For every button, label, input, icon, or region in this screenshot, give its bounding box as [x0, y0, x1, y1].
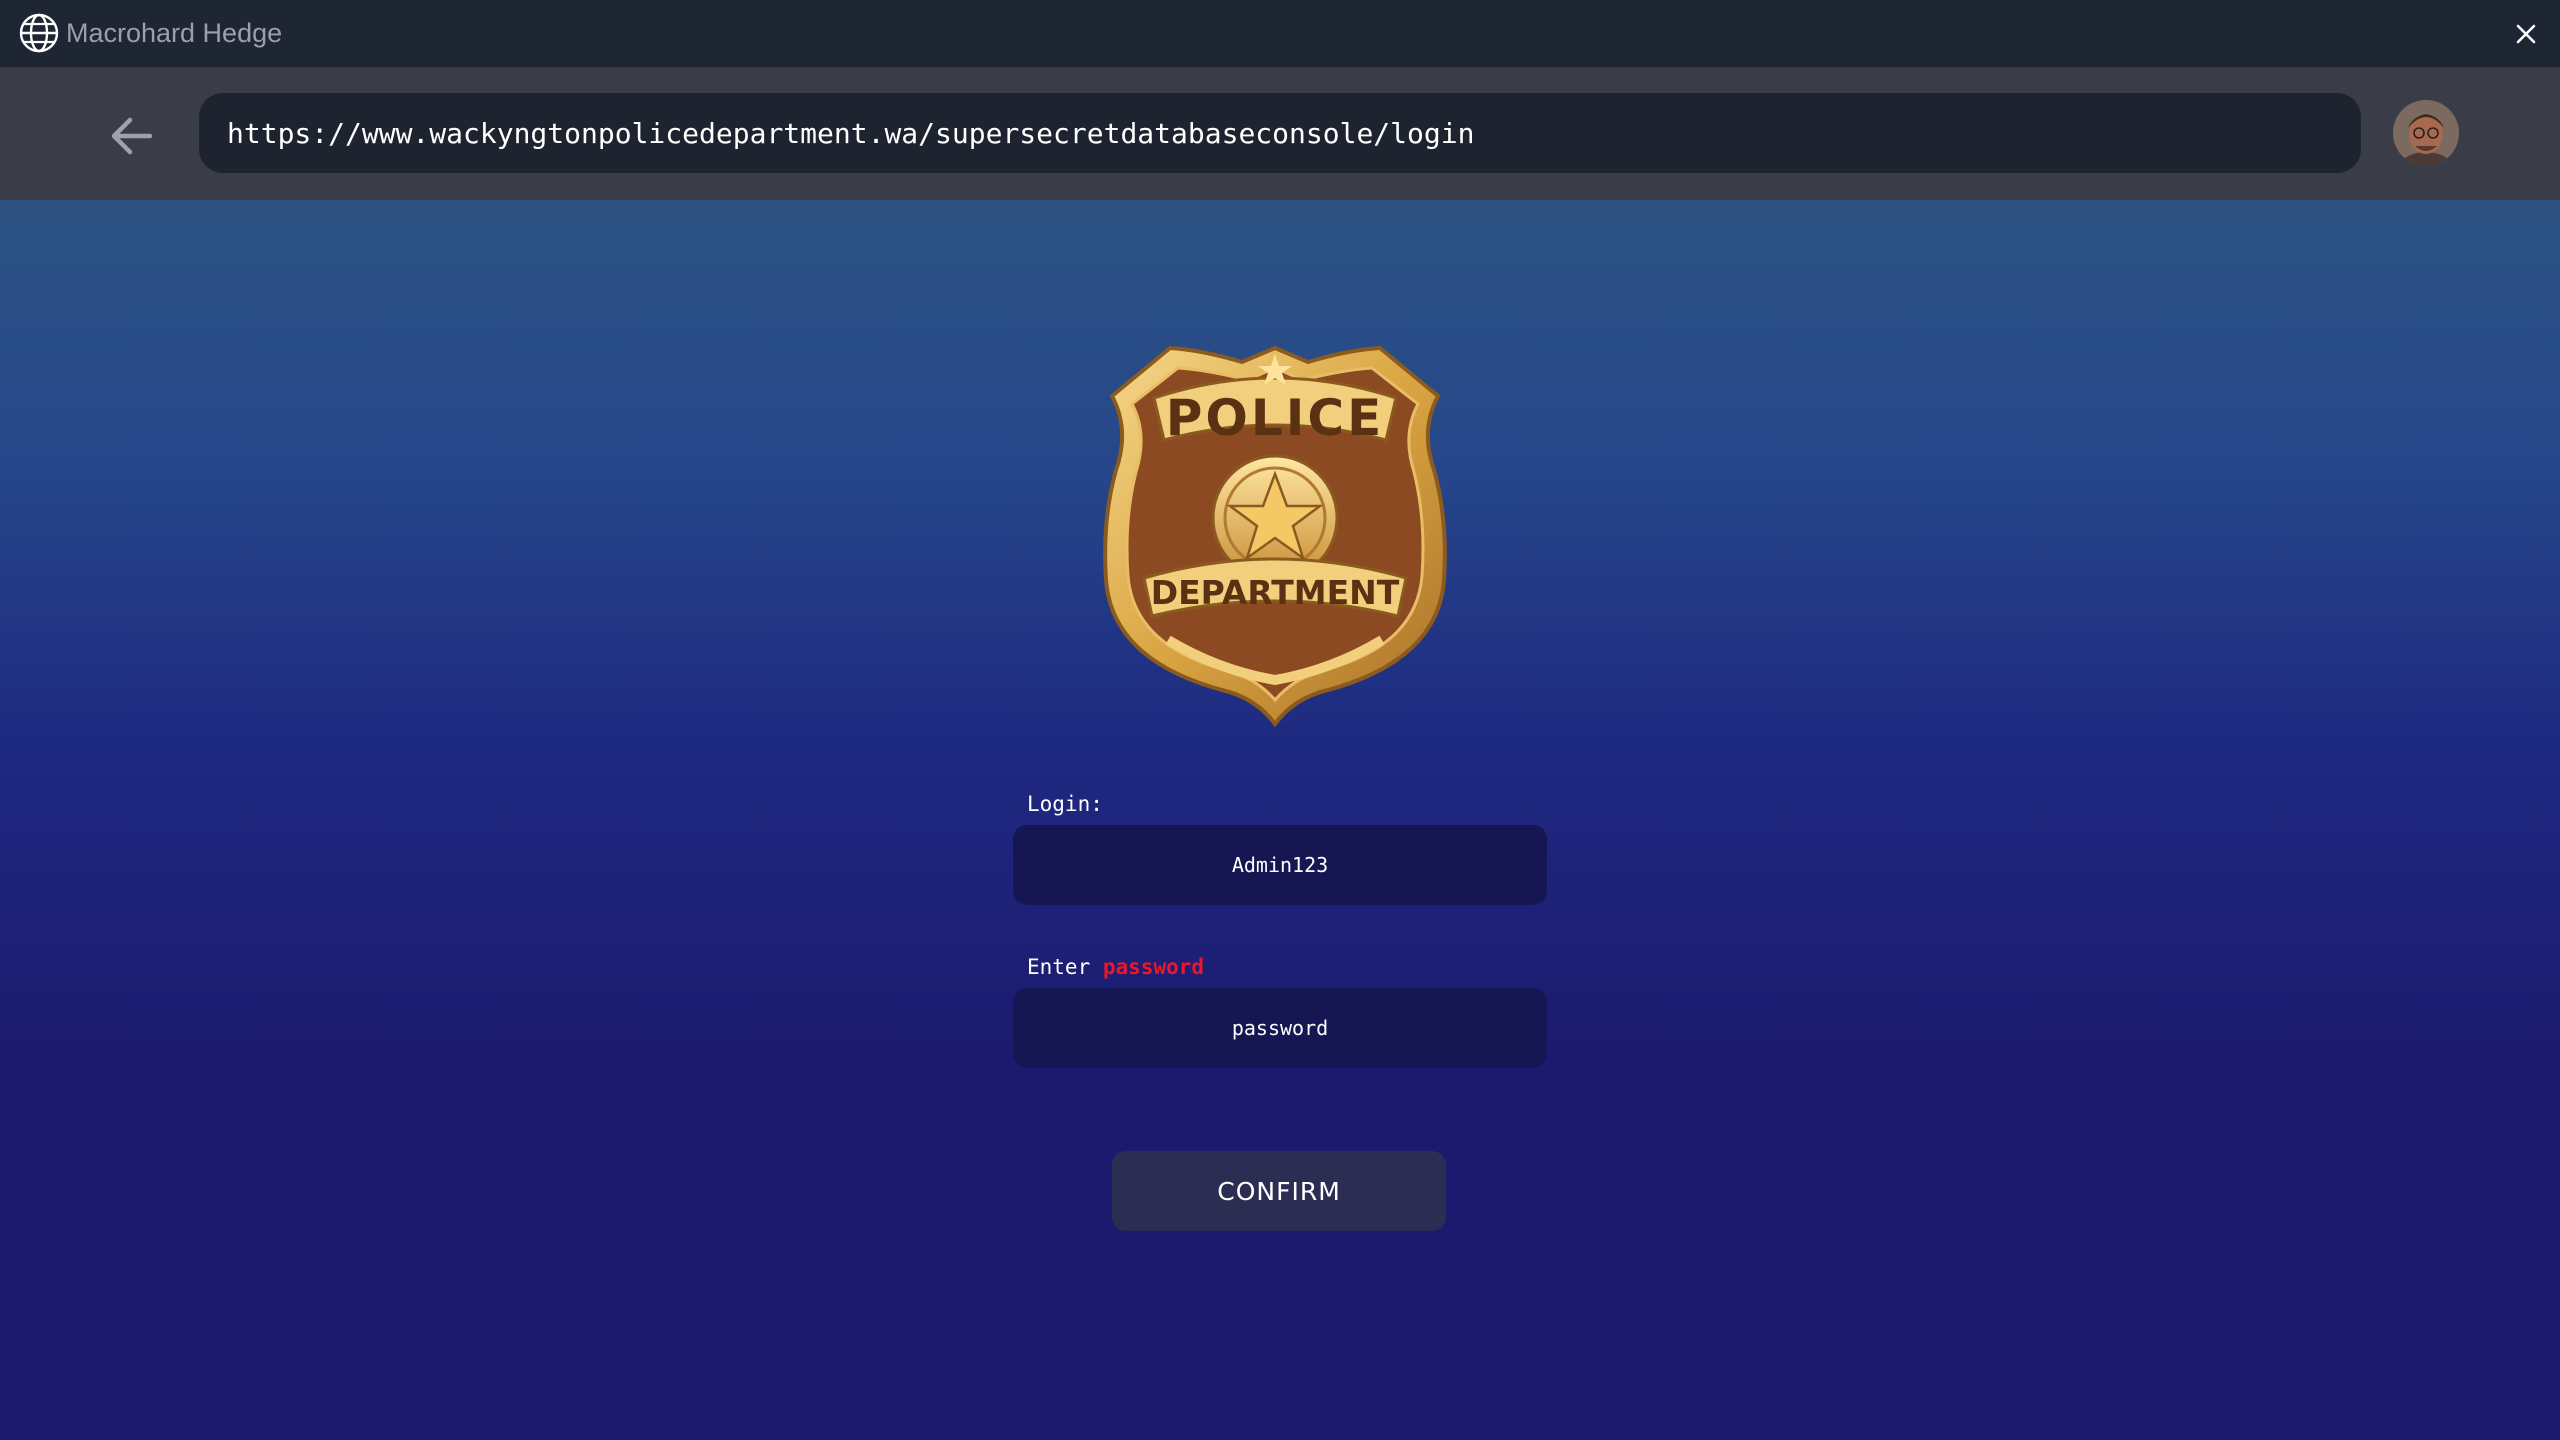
address-bar[interactable] [199, 93, 2361, 173]
password-label-accent: password [1102, 955, 1205, 979]
url-input[interactable] [227, 116, 2361, 150]
close-icon[interactable] [2510, 18, 2542, 50]
back-arrow-icon[interactable] [106, 110, 158, 162]
badge-bottom-text: DEPARTMENT [1151, 573, 1400, 612]
police-badge-logo: POLICE DEPARTMENT [1103, 345, 1447, 728]
confirm-button[interactable]: CONFIRM [1112, 1151, 1446, 1231]
login-label: Login: [1027, 792, 1103, 816]
globe-icon [19, 13, 59, 53]
password-input[interactable] [1013, 988, 1547, 1068]
badge-top-text: POLICE [1166, 389, 1384, 447]
user-avatar[interactable] [2393, 100, 2459, 166]
password-label-prefix: Enter [1027, 955, 1091, 979]
login-field[interactable] [1013, 825, 1547, 905]
window-title: Macrohard Hedge [66, 18, 283, 48]
avatar-portrait-icon [2393, 100, 2459, 166]
password-field[interactable] [1013, 988, 1547, 1068]
navigation-bar [0, 67, 2560, 200]
password-label: Enter password [1027, 955, 1204, 979]
title-bar: Macrohard Hedge [0, 0, 2560, 67]
login-page: POLICE DEPARTMENT Login: Enter password … [0, 200, 2560, 1440]
login-input[interactable] [1013, 825, 1547, 905]
